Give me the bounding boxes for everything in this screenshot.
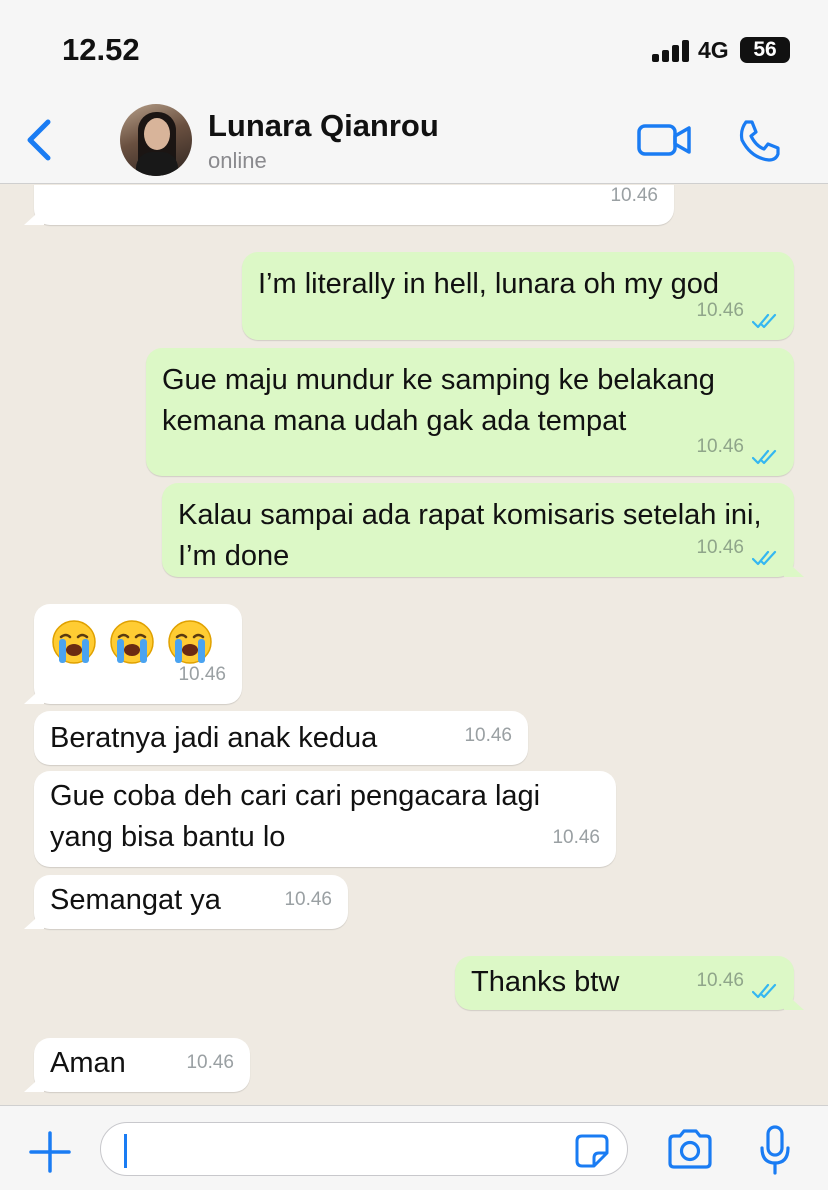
microphone-icon[interactable] (758, 1124, 792, 1176)
message-bubble-incoming[interactable]: Gue coba deh cari cari pengacara lagi ya… (34, 771, 616, 867)
message-text: I’m literally in hell, lunara oh my god (258, 268, 719, 300)
message-time: 10.46 (696, 537, 744, 558)
cellular-signal-icon (652, 40, 692, 62)
read-receipt-icon (752, 982, 780, 1000)
phone-icon[interactable] (736, 118, 782, 164)
network-type: 4G (698, 37, 729, 63)
message-time: 10.46 (284, 889, 332, 910)
message-text: Gue maju mundur ke samping ke belakang k… (162, 364, 715, 437)
message-time: 10.46 (696, 436, 744, 457)
message-text: Kalau sampai ada rapat komisaris setelah… (178, 499, 762, 572)
contact-status: online (208, 148, 267, 173)
message-bubble-incoming[interactable]: 10.46 (24, 185, 674, 225)
contact-avatar[interactable] (120, 104, 192, 176)
contact-name[interactable]: Lunara Qianrou (208, 108, 439, 144)
message-bubble-outgoing[interactable]: Gue maju mundur ke samping ke belakang k… (146, 348, 794, 476)
battery-level: 56 (740, 37, 790, 63)
status-time: 12.52 (62, 32, 140, 67)
chevron-left-icon[interactable] (22, 116, 58, 164)
camera-icon[interactable] (666, 1128, 714, 1170)
chat-header: Lunara Qianrou online (0, 96, 828, 184)
message-time: 10.46 (696, 300, 744, 321)
message-time: 10.46 (186, 1052, 234, 1073)
message-bubble-outgoing[interactable]: Thanks btw 10.46 (455, 956, 804, 1010)
message-text: Beratnya jadi anak kedua (50, 722, 378, 754)
read-receipt-icon (752, 448, 780, 466)
message-bubble-outgoing[interactable]: Kalau sampai ada rapat komisaris setelah… (162, 483, 804, 577)
loudly-crying-face-icon (50, 618, 98, 666)
message-text: Thanks btw (471, 966, 620, 998)
text-caret (124, 1134, 127, 1168)
video-camera-icon[interactable] (636, 120, 692, 160)
message-time: 10.46 (464, 725, 512, 746)
message-list[interactable]: 10.46 I’m literally in hell, lunara oh m… (0, 185, 828, 1105)
message-bubble-incoming[interactable]: 10.46 (24, 604, 242, 704)
status-bar: 12.52 4G 56 (0, 0, 828, 96)
plus-icon[interactable] (28, 1130, 72, 1174)
message-input[interactable] (100, 1122, 628, 1176)
message-bubble-incoming[interactable]: Semangat ya 10.46 (24, 875, 348, 929)
message-composer (0, 1105, 828, 1190)
loudly-crying-face-icon (108, 618, 156, 666)
message-bubble-outgoing[interactable]: I’m literally in hell, lunara oh my god … (242, 252, 794, 340)
message-time: 10.46 (552, 827, 600, 848)
message-text: Gue coba deh cari cari pengacara lagi ya… (50, 780, 541, 853)
message-text: Semangat ya (50, 884, 221, 916)
read-receipt-icon (752, 549, 780, 567)
message-text: Aman (50, 1047, 126, 1079)
read-receipt-icon (752, 312, 780, 330)
message-bubble-incoming[interactable]: Beratnya jadi anak kedua 10.46 (34, 711, 528, 765)
message-bubble-incoming[interactable]: Aman 10.46 (24, 1038, 250, 1092)
message-time: 10.46 (610, 185, 658, 206)
message-time: 10.46 (178, 664, 226, 685)
sticker-icon[interactable] (574, 1133, 610, 1169)
message-time: 10.46 (696, 970, 744, 991)
